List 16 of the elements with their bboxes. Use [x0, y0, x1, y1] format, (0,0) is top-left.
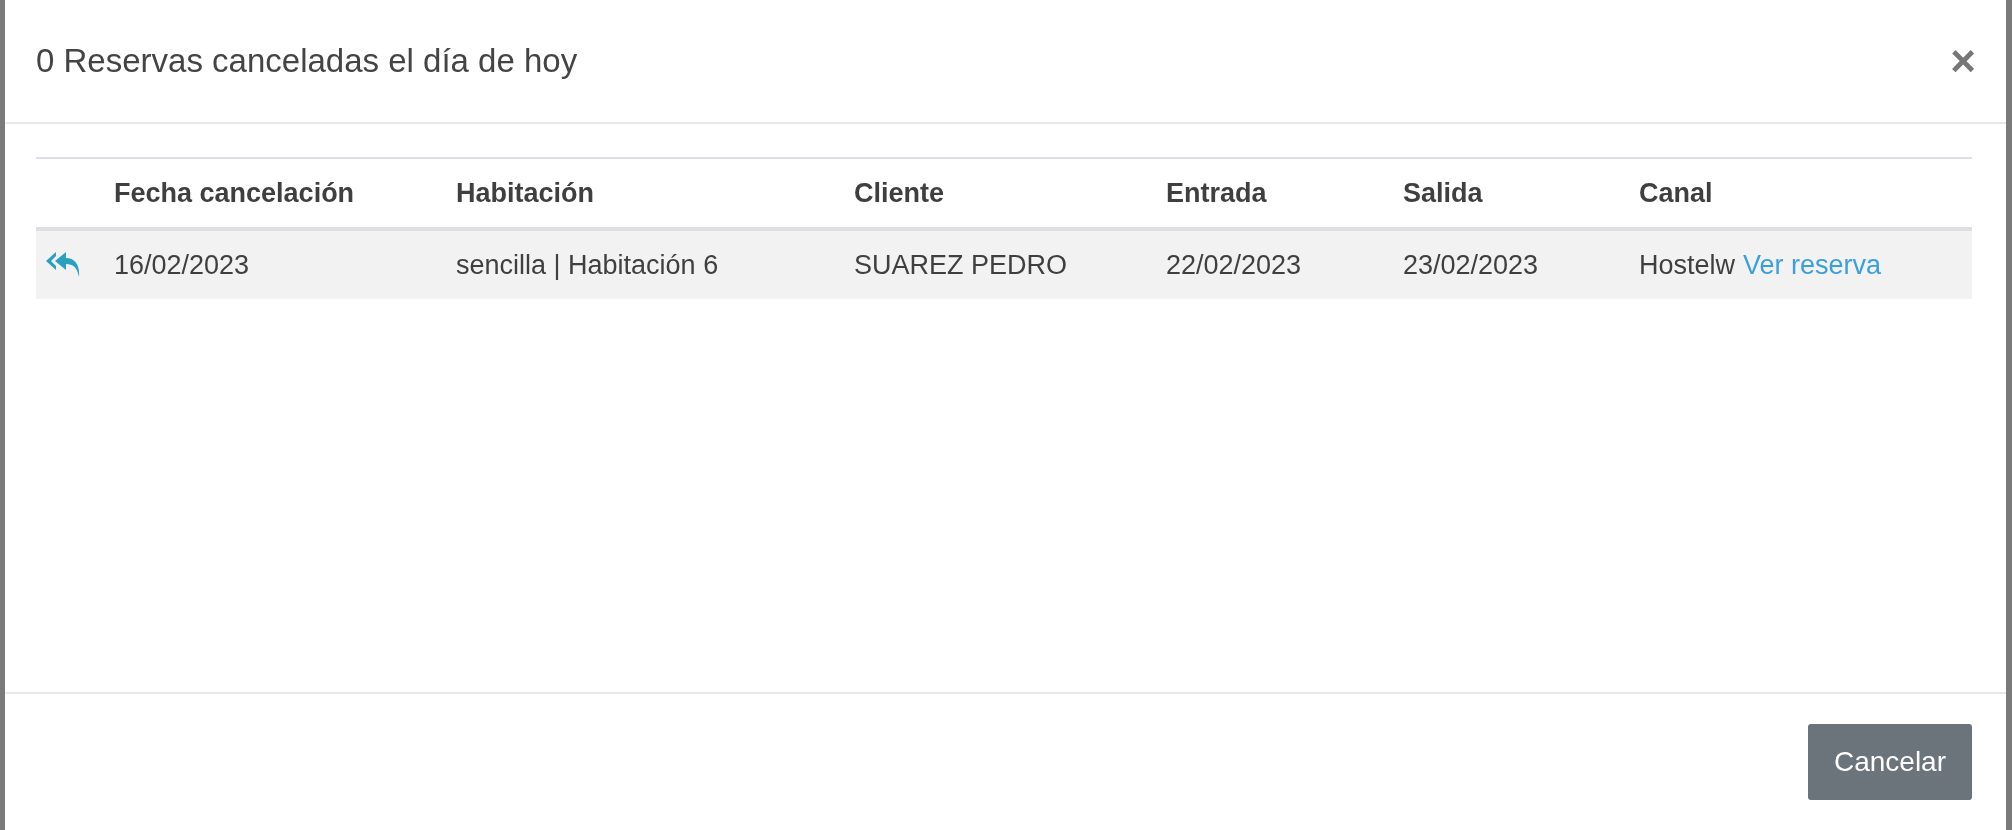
table-cell-text: sencilla | Habitación 6 [456, 249, 720, 281]
table-cell-text: 22/02/2023 [1166, 249, 1303, 281]
column-header: Salida [1403, 177, 1484, 209]
column-header: Cliente [854, 177, 946, 209]
column-header: Habitación [456, 177, 596, 209]
column-header: Canal [1639, 177, 1714, 209]
table-cell-text: 16/02/2023 [114, 249, 251, 281]
modal-title: 0 Reservas canceladas el día de hoy [36, 42, 578, 80]
table-cell-text: SUAREZ PEDRO [854, 249, 1069, 281]
table-cell-text: 23/02/2023 [1403, 249, 1540, 281]
cancel-button[interactable]: Cancelar [1807, 724, 1972, 800]
close-button[interactable]: × [1944, 39, 1982, 83]
column-header: Entrada [1166, 177, 1268, 209]
column-header: Fecha cancelación [114, 177, 356, 209]
table-cell: Hostelw [1639, 249, 1736, 281]
view-booking-link[interactable]: Ver reserva [1743, 249, 1882, 281]
